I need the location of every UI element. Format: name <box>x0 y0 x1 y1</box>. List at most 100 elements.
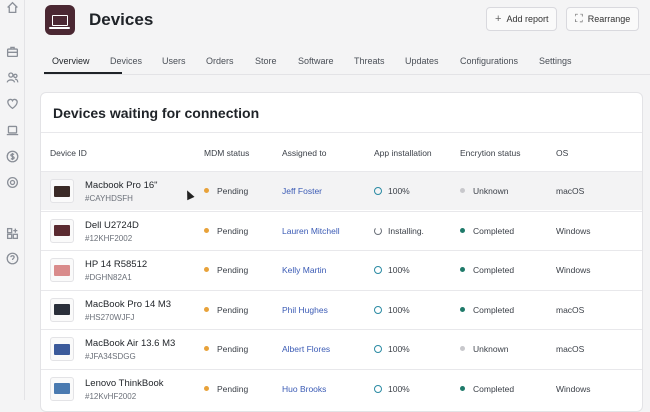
laptop-icon[interactable] <box>5 123 20 138</box>
add-report-button[interactable]: + Add report <box>486 7 558 31</box>
device-thumbnail <box>50 297 74 322</box>
device-name[interactable]: Macbook Pro 16" <box>85 180 158 191</box>
mdm-status-cell: Pending <box>204 265 248 275</box>
app-installation-cell: 100% <box>374 265 410 275</box>
app-installation-value: 100% <box>388 304 410 315</box>
column-header-encryption-status: Encrytion status <box>460 148 521 158</box>
table-row[interactable]: Dell U2724D #12KHF2002 Pending Lauren Mitch… <box>41 210 642 250</box>
home-icon[interactable] <box>5 0 20 15</box>
mdm-status: Pending <box>217 186 249 196</box>
app-installation-cell: 100% <box>374 305 410 315</box>
encryption-status: Unknown <box>473 344 509 354</box>
device-name[interactable]: MacBook Air 13.6 M3 <box>85 338 175 349</box>
device-id: #12KHF2002 <box>85 233 133 243</box>
os-cell: Windows <box>556 265 591 275</box>
os-cell: Windows <box>556 225 591 236</box>
device-thumbnail <box>50 337 74 361</box>
heart-icon[interactable] <box>5 96 20 111</box>
laptop-icon <box>49 14 70 29</box>
tab-orders[interactable]: Orders <box>206 56 234 66</box>
app-installation-value: 100% <box>388 344 410 354</box>
status-dot <box>460 306 465 312</box>
device-thumbnail <box>50 376 74 401</box>
loading-icon <box>374 226 382 235</box>
status-dot <box>460 346 465 351</box>
status-dot <box>204 306 209 312</box>
table-row[interactable]: MacBook Pro 14 M3 #HS270WJFJ Pending Phil H… <box>41 289 642 329</box>
assigned-user-link[interactable]: Phil Hughes <box>282 305 328 315</box>
app-installation-cell: Installing. <box>374 226 424 236</box>
tab-software[interactable]: Software <box>298 56 334 66</box>
rearrange-label: Rearrange <box>587 14 631 24</box>
tab-devices[interactable]: Devices <box>110 56 142 66</box>
device-image <box>54 225 70 236</box>
column-header-device-id: Device ID <box>50 148 87 158</box>
encryption-status-cell: Unknown <box>460 186 508 196</box>
encryption-status: Unknown <box>473 186 509 196</box>
rearrange-button[interactable]: ⛶ Rearrange <box>566 7 640 31</box>
page-title: Devices <box>89 10 154 29</box>
card-title: Devices waiting for connection <box>53 105 260 121</box>
tabs-divider <box>44 74 650 75</box>
add-report-label: Add report <box>506 14 549 24</box>
apps-icon[interactable] <box>5 226 20 241</box>
column-header-assigned-to: Assigned to <box>282 148 327 158</box>
device-image <box>54 304 70 315</box>
encryption-status-cell: Completed <box>460 265 514 275</box>
app-installation-value: 100% <box>388 265 410 275</box>
assigned-user-link[interactable]: Lauren Mitchell <box>282 226 340 236</box>
mdm-status-cell: Pending <box>204 344 248 354</box>
table-row[interactable]: Lenovo ThinkBook #12KvHF2002 Pending Huo Br… <box>41 368 642 408</box>
progress-complete-icon <box>374 305 382 314</box>
device-name[interactable]: MacBook Pro 14 M3 <box>85 299 171 310</box>
table-row[interactable]: MacBook Air 13.6 M3 #JFA34SDGG Pending Albe… <box>41 329 642 368</box>
assigned-user-link[interactable]: Kelly Martin <box>282 265 326 275</box>
tab-store[interactable]: Store <box>255 56 277 66</box>
assigned-user-link[interactable]: Albert Flores <box>282 344 330 354</box>
users-icon[interactable] <box>5 70 20 85</box>
table-row[interactable]: HP 14 R58512 #DGHN82A1 Pending Kelly Martin… <box>41 250 642 289</box>
assigned-user-link[interactable]: Jeff Foster <box>282 186 322 196</box>
app-installation-value: 100% <box>388 186 410 196</box>
help-icon[interactable] <box>5 251 20 266</box>
progress-complete-icon <box>374 266 382 274</box>
tab-configurations[interactable]: Configurations <box>460 56 518 66</box>
device-id: #HS270WJFJ <box>85 312 135 322</box>
tab-settings[interactable]: Settings <box>539 56 572 66</box>
tab-updates[interactable]: Updates <box>405 56 439 66</box>
table-row[interactable]: Macbook Pro 16" #CAYHDSFH Pending Jeff Fost… <box>41 171 642 210</box>
encryption-status: Completed <box>473 225 515 236</box>
tab-users[interactable]: Users <box>162 56 186 66</box>
device-id: #12KvHF2002 <box>85 391 137 401</box>
gear-icon[interactable] <box>5 175 20 190</box>
plus-icon: + <box>495 12 502 25</box>
mdm-status: Pending <box>217 344 249 354</box>
dollar-icon[interactable] <box>5 149 20 164</box>
devices-waiting-card: Devices waiting for connection Device ID… <box>40 92 643 412</box>
status-dot <box>204 346 209 351</box>
device-name[interactable]: HP 14 R58512 <box>85 259 147 270</box>
expand-icon: ⛶ <box>575 12 583 25</box>
app-installation-value: Installing. <box>388 225 424 236</box>
encryption-status: Completed <box>473 383 515 394</box>
tab-overview[interactable]: Overview <box>52 56 90 66</box>
mdm-status: Pending <box>217 304 249 315</box>
encryption-status-cell: Unknown <box>460 344 508 354</box>
briefcase-icon[interactable] <box>5 44 20 59</box>
mdm-status: Pending <box>217 265 249 275</box>
status-dot <box>460 188 465 193</box>
device-name[interactable]: Dell U2724D <box>85 220 139 231</box>
assigned-user-link[interactable]: Huo Brooks <box>282 384 326 394</box>
tab-threats[interactable]: Threats <box>354 56 385 66</box>
status-dot <box>460 227 465 233</box>
encryption-status: Completed <box>473 265 515 275</box>
app-installation-cell: 100% <box>374 344 410 354</box>
device-image <box>54 343 70 355</box>
progress-complete-icon <box>374 187 382 195</box>
device-image <box>54 264 70 276</box>
status-dot <box>204 188 209 193</box>
progress-complete-icon <box>374 384 382 393</box>
app-installation-cell: 100% <box>374 186 410 196</box>
device-name[interactable]: Lenovo ThinkBook <box>85 378 164 389</box>
os-cell: macOS <box>556 304 585 315</box>
